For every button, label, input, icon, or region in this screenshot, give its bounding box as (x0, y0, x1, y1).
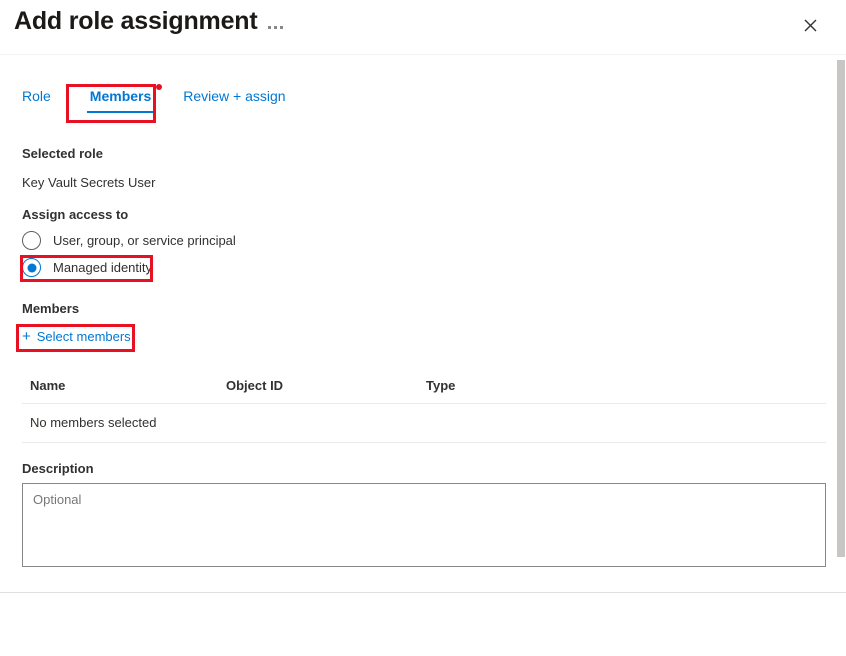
ellipsis-dot (273, 25, 277, 29)
radio-checked-icon (22, 258, 41, 277)
column-header-type: Type (426, 378, 456, 393)
radio-user-group-label: User, group, or service principal (53, 233, 236, 248)
radio-unchecked-icon (22, 231, 41, 250)
footer-bar: Review + assign Previous Next Feedback (0, 593, 846, 656)
radio-managed-identity-label: Managed identity (53, 260, 153, 275)
tab-review-assign-label: Review + assign (183, 88, 286, 104)
select-members-label: Select members (36, 329, 131, 344)
select-members-button[interactable]: + Select members (22, 329, 131, 344)
more-options-icon[interactable] (262, 14, 288, 40)
description-label: Description (22, 461, 94, 476)
assign-access-label: Assign access to (22, 207, 129, 222)
table-row: No members selected (22, 404, 826, 442)
members-table: Name Object ID Type No members selected (22, 378, 826, 443)
selected-role-value: Key Vault Secrets User (22, 175, 156, 190)
tab-members-label: Members (89, 88, 152, 104)
column-header-object-id: Object ID (226, 378, 284, 393)
tab-active-underline (86, 111, 155, 113)
column-header-name: Name (30, 378, 66, 393)
members-label: Members (22, 301, 80, 316)
page-title: Add role assignment (14, 7, 258, 35)
table-header-row: Name Object ID Type (22, 378, 826, 403)
red-dot-icon (156, 84, 163, 90)
description-input[interactable] (22, 483, 826, 567)
tab-review-assign[interactable]: Review + assign (183, 86, 285, 116)
blade-header: Add role assignment (0, 0, 846, 55)
plus-icon: + (22, 328, 31, 345)
tab-role[interactable]: Role (22, 86, 51, 116)
radio-user-group-service-principal[interactable]: User, group, or service principal (22, 231, 236, 250)
ellipsis-dot (267, 25, 271, 29)
close-icon[interactable] (794, 9, 826, 41)
header-divider (0, 54, 846, 55)
add-role-assignment-blade: Add role assignment Role Members Review … (0, 0, 846, 656)
radio-managed-identity[interactable]: Managed identity (22, 258, 152, 277)
tab-members[interactable]: Members (80, 84, 163, 116)
table-cell-empty-state: No members selected (30, 415, 157, 430)
wizard-tabs: Role Members Review + assign (22, 84, 286, 122)
table-bottom-divider (22, 442, 826, 443)
selected-role-label: Selected role (22, 146, 103, 161)
scrollbar-thumb[interactable] (837, 60, 845, 557)
tab-role-label: Role (22, 88, 51, 104)
ellipsis-dot (279, 25, 283, 29)
